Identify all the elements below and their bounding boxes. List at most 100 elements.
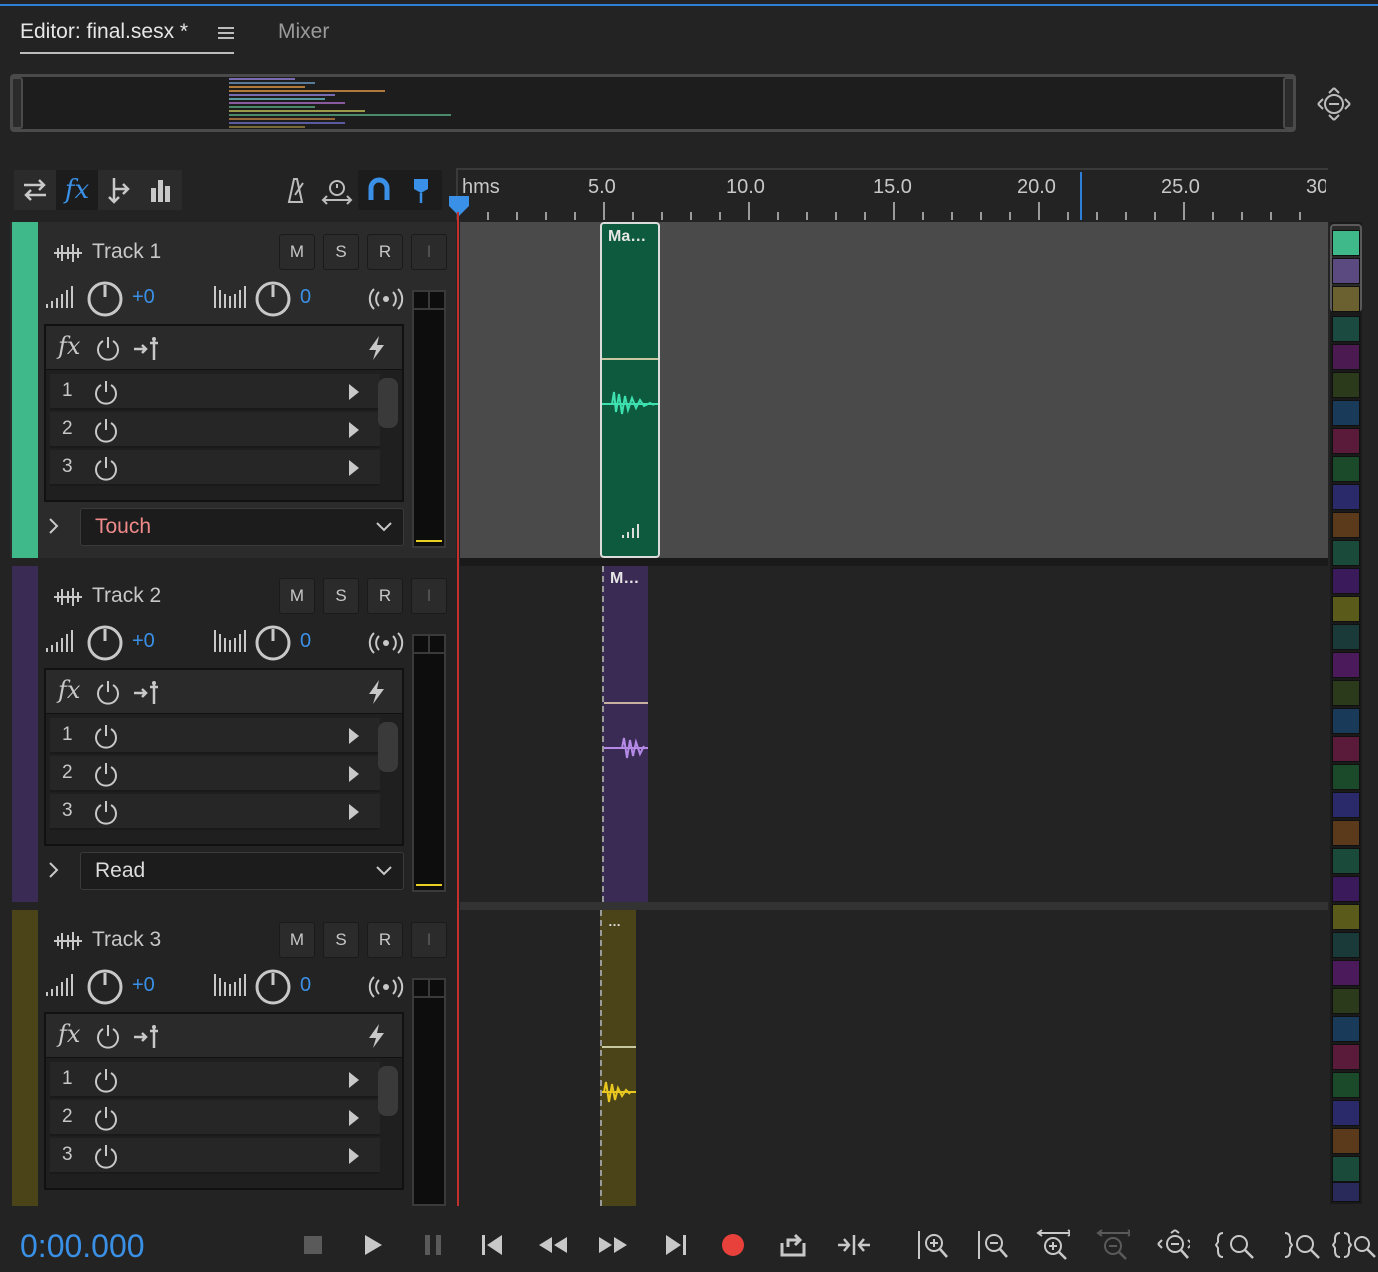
- track-1-volume-value[interactable]: +0: [132, 286, 155, 309]
- fx-slot[interactable]: 1: [50, 374, 380, 410]
- track-2-automation-select[interactable]: Read: [80, 852, 404, 890]
- track-1-clip[interactable]: Ma…: [600, 222, 660, 558]
- fx-slot-menu-arrow-icon[interactable]: [346, 802, 362, 822]
- track-1-name[interactable]: Track 1: [92, 240, 161, 264]
- track-3-lane[interactable]: [460, 910, 1328, 1206]
- fx-slot[interactable]: 3: [50, 450, 380, 486]
- fx-slot-power-icon[interactable]: [92, 454, 120, 482]
- fx-slot[interactable]: 2: [50, 1100, 380, 1136]
- fast-forward-button[interactable]: [596, 1228, 630, 1262]
- record-button[interactable]: [716, 1228, 750, 1262]
- snapping-magnet-icon[interactable]: [358, 170, 400, 210]
- fx-slot[interactable]: 2: [50, 756, 380, 792]
- input-output-toggle-icon[interactable]: [14, 170, 56, 210]
- fx-slot-power-icon[interactable]: [92, 1142, 120, 1170]
- track-2-expand-chevron-icon[interactable]: [46, 860, 62, 880]
- track-3-volume-value[interactable]: +0: [132, 974, 155, 997]
- playhead-marker-icon[interactable]: [446, 194, 472, 220]
- fx-slot-power-icon[interactable]: [92, 378, 120, 406]
- track-1-pan-value[interactable]: 0: [300, 286, 311, 309]
- zoom-in-amplitude-icon[interactable]: [916, 1228, 950, 1262]
- fx-pre-post-icon[interactable]: [132, 1022, 162, 1050]
- track-3-mute-button[interactable]: M: [279, 922, 315, 958]
- track-2-volume-value[interactable]: +0: [132, 630, 155, 653]
- fx-slot[interactable]: 3: [50, 794, 380, 830]
- track-1-expand-chevron-icon[interactable]: [46, 516, 62, 536]
- track-1-automation-select[interactable]: Touch: [80, 508, 404, 546]
- track-3-pan-knob[interactable]: [254, 968, 292, 1006]
- zoom-out-full-icon[interactable]: [1156, 1228, 1190, 1262]
- zoom-to-selection-icon[interactable]: [1332, 1228, 1378, 1262]
- fx-slot-power-icon[interactable]: [92, 1104, 120, 1132]
- fx-rack-scrollbar[interactable]: [378, 1066, 398, 1116]
- fx-rack-scrollbar[interactable]: [378, 722, 398, 772]
- eq-toggle-icon[interactable]: [140, 170, 182, 210]
- overview-right-handle[interactable]: [1283, 77, 1295, 129]
- fx-slot-menu-arrow-icon[interactable]: [346, 1146, 362, 1166]
- go-to-start-button[interactable]: [476, 1228, 510, 1262]
- fx-slot-menu-arrow-icon[interactable]: [346, 1108, 362, 1128]
- zoom-out-amplitude-icon[interactable]: [976, 1228, 1010, 1262]
- fx-slot-power-icon[interactable]: [92, 722, 120, 750]
- track-2-pan-knob[interactable]: [254, 624, 292, 662]
- stop-button[interactable]: [296, 1228, 330, 1262]
- fx-slot-menu-arrow-icon[interactable]: [346, 458, 362, 478]
- zoom-to-fit-icon[interactable]: [1316, 86, 1352, 122]
- time-selection-icon[interactable]: [316, 170, 358, 210]
- track-2-input-button[interactable]: I: [411, 578, 447, 614]
- tab-editor[interactable]: Editor: final.sesx *: [20, 20, 188, 44]
- skip-selection-button[interactable]: [836, 1228, 870, 1262]
- fx-pre-post-icon[interactable]: [132, 334, 162, 362]
- track-1-input-button[interactable]: I: [411, 234, 447, 270]
- track-1-record-button[interactable]: R: [367, 234, 403, 270]
- track-2-name[interactable]: Track 2: [92, 584, 161, 608]
- fx-pre-post-icon[interactable]: [132, 678, 162, 706]
- track-3-record-button[interactable]: R: [367, 922, 403, 958]
- pause-button[interactable]: [416, 1228, 450, 1262]
- fx-slot-menu-arrow-icon[interactable]: [346, 382, 362, 402]
- track-1-mute-button[interactable]: M: [279, 234, 315, 270]
- go-to-end-button[interactable]: [658, 1228, 692, 1262]
- track-3-output-icon[interactable]: [368, 974, 404, 1000]
- track-3-pan-value[interactable]: 0: [300, 974, 311, 997]
- metronome-icon[interactable]: [274, 170, 316, 210]
- fx-slot-power-icon[interactable]: [92, 798, 120, 826]
- track-3-input-button[interactable]: I: [411, 922, 447, 958]
- track-2-mute-button[interactable]: M: [279, 578, 315, 614]
- track-1-lane[interactable]: [460, 222, 1328, 558]
- fx-slot-power-icon[interactable]: [92, 1066, 120, 1094]
- vertical-overview-strip[interactable]: [1330, 222, 1362, 1204]
- panel-menu-icon[interactable]: [216, 24, 236, 42]
- fx-slot-menu-arrow-icon[interactable]: [346, 764, 362, 784]
- zoom-to-selection-in-icon[interactable]: [1214, 1228, 1260, 1262]
- fx-slot-power-icon[interactable]: [92, 760, 120, 788]
- track-1-output-icon[interactable]: [368, 286, 404, 312]
- track-1-pan-knob[interactable]: [254, 280, 292, 318]
- track-2-lane[interactable]: [460, 566, 1328, 902]
- track-1-solo-button[interactable]: S: [323, 234, 359, 270]
- fx-apply-lightning-icon[interactable]: [364, 1022, 388, 1050]
- track-3-solo-button[interactable]: S: [323, 922, 359, 958]
- fx-slot[interactable]: 1: [50, 718, 380, 754]
- fx-slot-menu-arrow-icon[interactable]: [346, 726, 362, 746]
- fx-slot-menu-arrow-icon[interactable]: [346, 1070, 362, 1090]
- current-time-display[interactable]: 0:00.000: [20, 1228, 145, 1265]
- fx-slot[interactable]: 1: [50, 1062, 380, 1098]
- track-2-record-button[interactable]: R: [367, 578, 403, 614]
- track-3-name[interactable]: Track 3: [92, 928, 161, 952]
- tab-mixer[interactable]: Mixer: [278, 20, 329, 44]
- rewind-button[interactable]: [536, 1228, 570, 1262]
- fx-slot[interactable]: 2: [50, 412, 380, 448]
- track-2-output-icon[interactable]: [368, 630, 404, 656]
- zoom-in-time-icon[interactable]: [1036, 1228, 1070, 1262]
- track-2-clip[interactable]: M…: [602, 566, 648, 902]
- session-overview[interactable]: [10, 74, 1296, 132]
- fx-rack-power-icon[interactable]: [94, 678, 122, 706]
- track-2-volume-knob[interactable]: [86, 624, 124, 662]
- fx-rack-scrollbar[interactable]: [378, 378, 398, 428]
- fx-rack-power-icon[interactable]: [94, 334, 122, 362]
- fx-rack-power-icon[interactable]: [94, 1022, 122, 1050]
- loop-playback-button[interactable]: [776, 1228, 810, 1262]
- sends-toggle-icon[interactable]: [98, 170, 140, 210]
- play-button[interactable]: [356, 1228, 390, 1262]
